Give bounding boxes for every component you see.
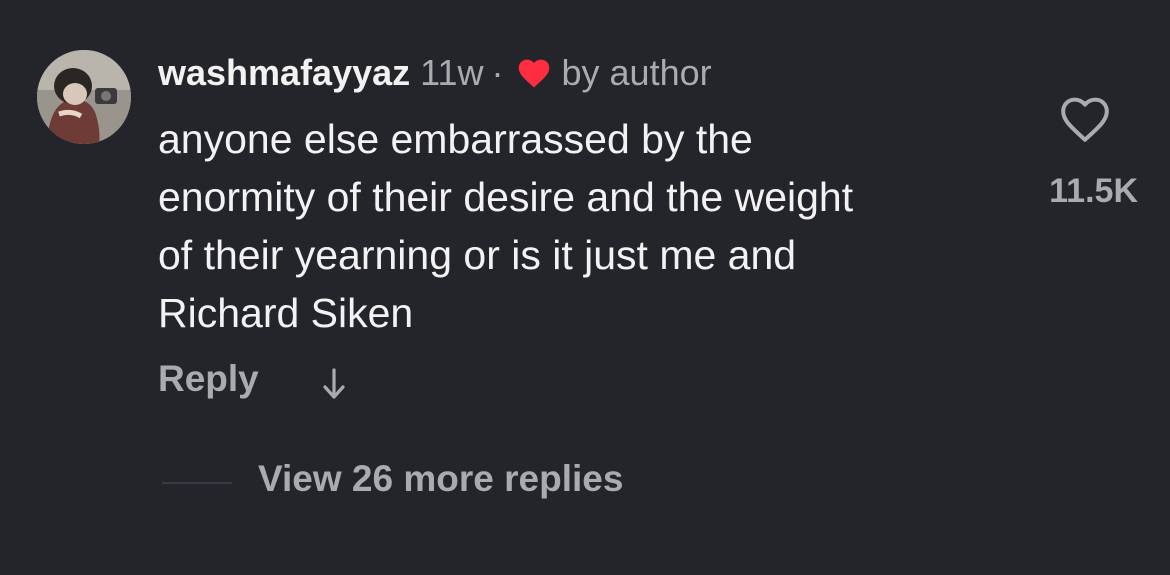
avatar[interactable] [37,50,131,144]
author-label: by author [561,52,712,93]
reply-button[interactable]: Reply [158,358,259,400]
replies-divider [162,482,232,484]
like-count: 11.5K [1049,172,1138,210]
heart-outline-icon [1061,97,1109,142]
comment-header: washmafayyaz 11w · by author [158,50,712,96]
view-more-replies-button[interactable]: View 26 more replies [258,458,623,500]
avatar-image [37,50,131,144]
arrow-down-icon[interactable] [318,364,350,404]
comment-text-line: of their yearning or is it just me and [158,232,797,278]
comment-text-line: enormity of their desire and the weight [158,174,854,220]
separator-dot: · [491,52,504,93]
username[interactable]: washmafayyaz [158,52,410,94]
like-button[interactable] [1058,94,1112,144]
comment-text-line: Richard Siken [158,290,414,336]
heart-filled-icon [516,57,552,89]
timestamp: 11w [420,52,484,93]
comment-text-line: anyone else embarrassed by the [158,116,753,162]
comment-item: washmafayyaz 11w · by author anyone else… [0,0,1170,575]
comment-text: anyone else embarrassed by the enormity … [158,110,1008,342]
